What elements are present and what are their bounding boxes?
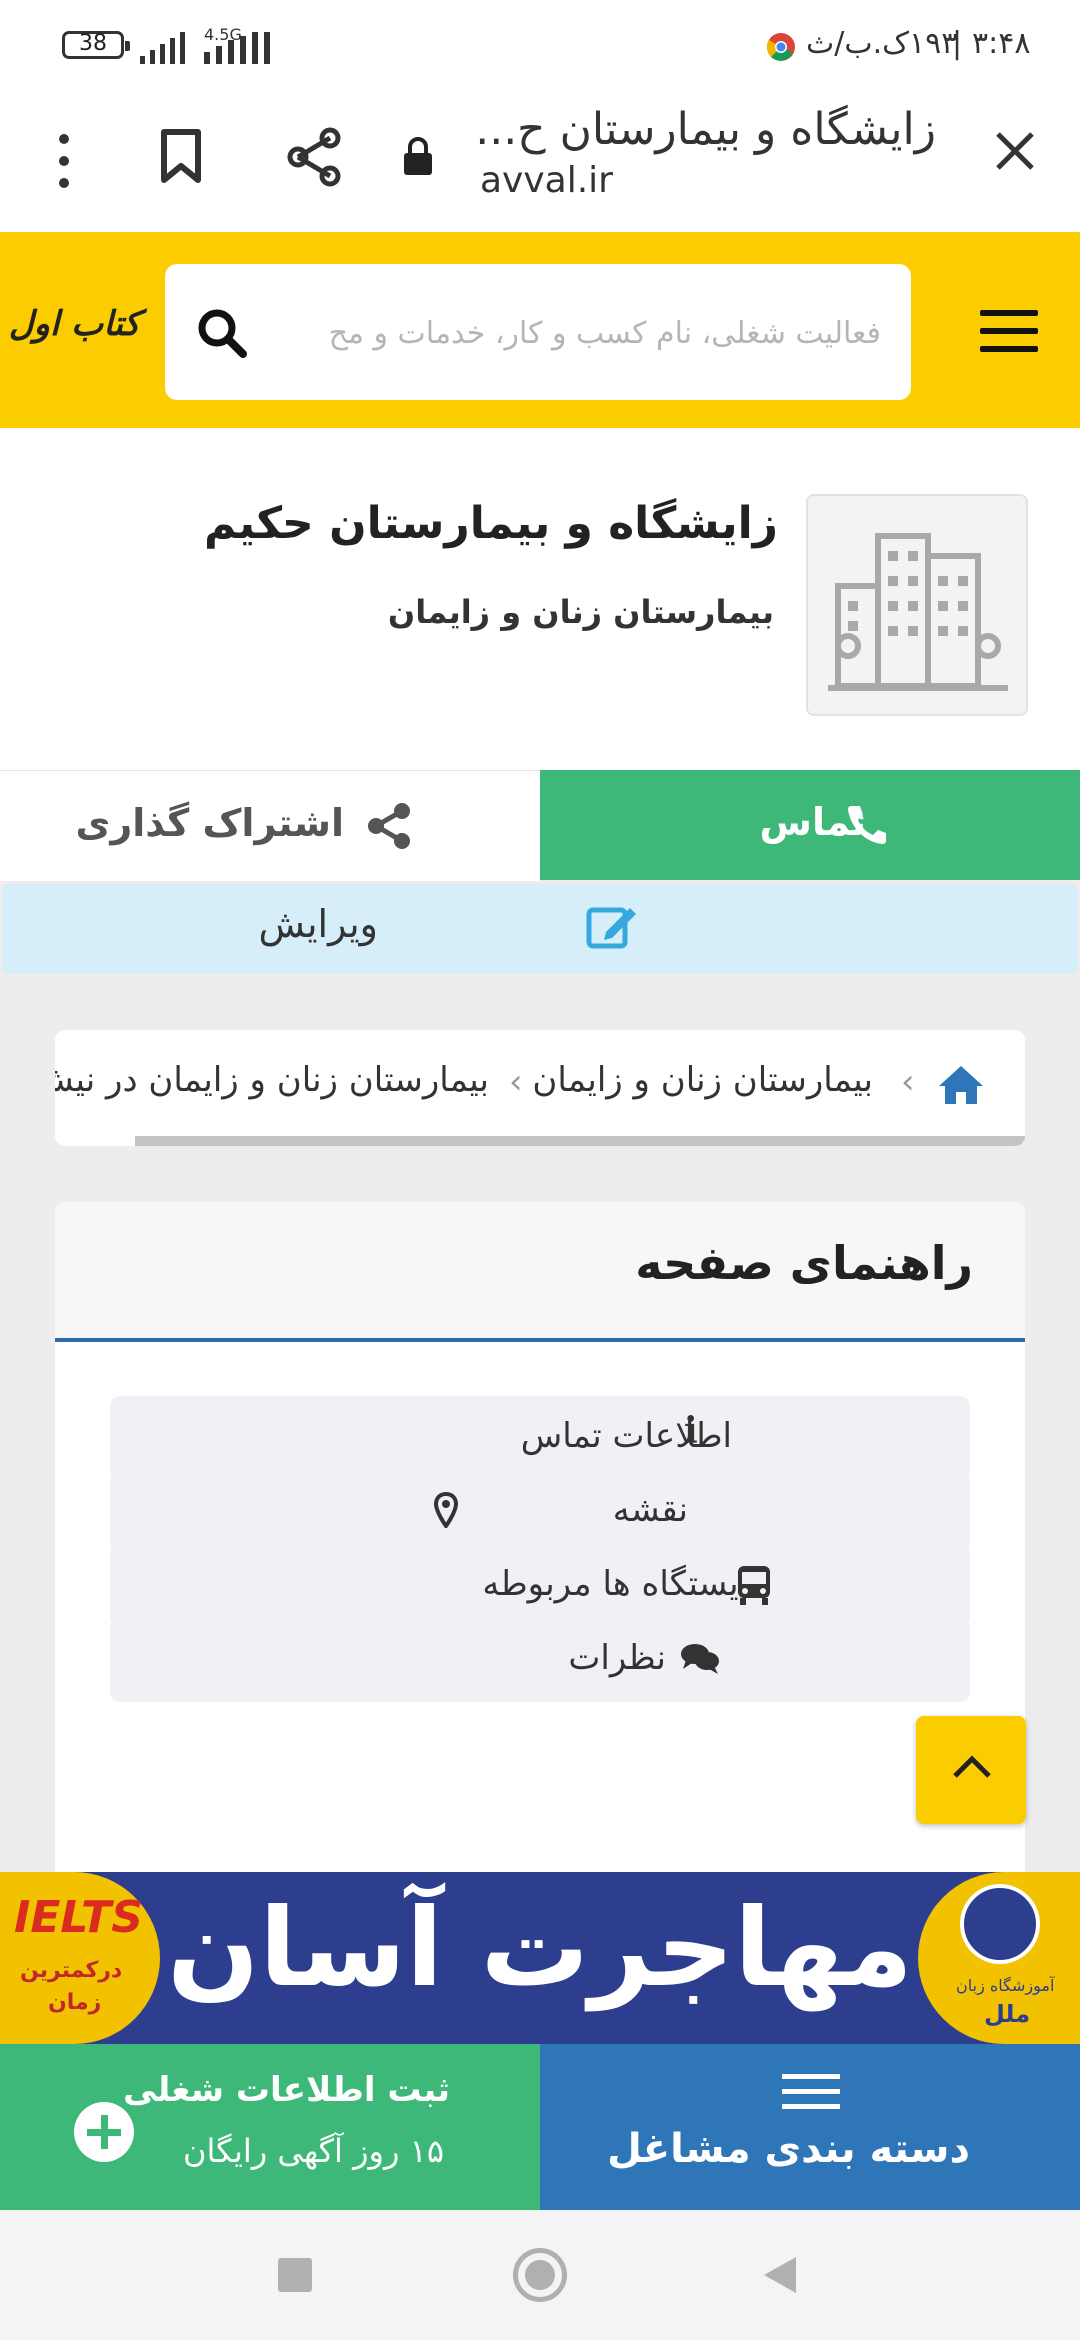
building-icon bbox=[828, 533, 1008, 691]
system-nav-bar bbox=[0, 2210, 1080, 2340]
chevron-icon: ‹ bbox=[509, 1062, 523, 1102]
melal-subtext-2: ملل bbox=[984, 2000, 1031, 2028]
call-button[interactable]: تماس bbox=[540, 770, 1080, 880]
battery-icon: 38 bbox=[62, 31, 130, 59]
guide-item-label: نظرات bbox=[568, 1638, 666, 1678]
ad-banner[interactable]: IELTS درکمترین زمان مهاجرت آسان آموزشگاه… bbox=[0, 1872, 1080, 2044]
page-guide: راهنمای صفحه اطلاعات تماس i نقشه ایستگاه… bbox=[55, 1202, 1025, 1902]
recent-apps-button[interactable] bbox=[278, 2258, 312, 2292]
ielts-subtext-1: درکمترین bbox=[20, 1958, 123, 1983]
register-business-button[interactable]: ثبت اطلاعات شغلی ۱۵ روز آگهی رایگان bbox=[0, 2044, 540, 2210]
page-guide-header: راهنمای صفحه bbox=[55, 1202, 1025, 1342]
plus-icon bbox=[74, 2102, 134, 2162]
edit-icon bbox=[586, 907, 636, 949]
guide-item-map[interactable]: نقشه bbox=[110, 1470, 970, 1554]
search-box bbox=[165, 264, 911, 402]
ielts-badge: IELTS درکمترین زمان bbox=[0, 1872, 160, 2044]
share-icon[interactable] bbox=[284, 126, 344, 188]
guide-item-stations[interactable]: ایستگاه ها مربوطه bbox=[110, 1544, 970, 1628]
categories-label: دسته بندی مشاغل bbox=[607, 2126, 970, 2172]
guide-item-label: نقشه bbox=[612, 1490, 688, 1530]
phone-icon bbox=[848, 806, 886, 844]
scroll-to-top-button[interactable] bbox=[916, 1716, 1026, 1824]
comments-icon bbox=[681, 1644, 719, 1674]
business-profile: زایشگاه و بیمارستان حکیم بیمارستان زنان … bbox=[0, 428, 1080, 770]
breadcrumb-item[interactable]: بیمارستان زنان و زایمان bbox=[532, 1060, 873, 1100]
status-separator: | bbox=[952, 26, 963, 61]
bookmark-icon[interactable] bbox=[158, 128, 204, 184]
hamburger-menu-icon[interactable] bbox=[980, 310, 1038, 354]
search-icon[interactable] bbox=[195, 306, 249, 360]
lock-icon bbox=[404, 137, 432, 175]
chrome-icon bbox=[767, 33, 795, 61]
site-header: کتاب اول bbox=[0, 232, 1080, 428]
info-icon: i bbox=[684, 1410, 698, 1452]
breadcrumb-scrollbar[interactable] bbox=[135, 1136, 1025, 1146]
guide-item-comments[interactable]: نظرات bbox=[110, 1618, 970, 1702]
business-image-placeholder bbox=[806, 494, 1028, 716]
business-category[interactable]: بیمارستان زنان و زایمان bbox=[388, 593, 774, 631]
banner-headline: مهاجرت آسان bbox=[167, 1886, 913, 2011]
page-guide-title: راهنمای صفحه bbox=[635, 1236, 973, 1290]
guide-item-label: اطلاعات تماس bbox=[520, 1416, 732, 1456]
url-text[interactable]: avval.ir bbox=[480, 160, 613, 201]
more-menu-icon[interactable] bbox=[52, 126, 76, 196]
site-logo[interactable]: کتاب اول bbox=[8, 294, 140, 374]
melal-logo-icon bbox=[960, 1884, 1040, 1964]
data-speed: ۱۹۳ک.ب/ث bbox=[806, 26, 958, 61]
share-nodes-icon bbox=[368, 803, 410, 849]
share-button-label: اشتراک گذاری bbox=[75, 801, 345, 845]
breadcrumb-item[interactable]: بیمارستان زنان و زایمان در نیش bbox=[55, 1060, 489, 1100]
menu-icon bbox=[782, 2074, 840, 2112]
melal-subtext-1: آموزشگاه زبان bbox=[956, 1976, 1055, 1995]
signal-icon-2 bbox=[204, 32, 270, 64]
browser-toolbar: زایشگاه و بیمارستان ح... avval.ir bbox=[0, 92, 1080, 232]
home-icon[interactable] bbox=[937, 1064, 985, 1106]
melal-badge: آموزشگاه زبان ملل bbox=[918, 1872, 1080, 2044]
logo-text: کتاب اول bbox=[8, 304, 140, 344]
page-title: زایشگاه و بیمارستان ح... bbox=[475, 104, 936, 155]
breadcrumb: ‹ بیمارستان زنان و زایمان ‹ بیمارستان زن… bbox=[55, 1030, 1025, 1146]
edit-button-label: ویرایش bbox=[258, 902, 378, 946]
search-input[interactable] bbox=[279, 264, 883, 402]
guide-item-contact[interactable]: اطلاعات تماس i bbox=[110, 1396, 970, 1480]
guide-item-label: ایستگاه ها مربوطه bbox=[482, 1564, 748, 1604]
register-subtitle: ۱۵ روز آگهی رایگان bbox=[183, 2132, 444, 2170]
business-title: زایشگاه و بیمارستان حکیم bbox=[204, 498, 778, 549]
back-button[interactable] bbox=[760, 2254, 800, 2296]
chevron-up-icon bbox=[953, 1755, 991, 1778]
battery-level: 38 bbox=[79, 31, 107, 56]
close-icon[interactable] bbox=[994, 130, 1036, 172]
bus-icon bbox=[738, 1566, 770, 1605]
clock: ۳:۴۸ bbox=[972, 26, 1031, 61]
register-title: ثبت اطلاعات شغلی bbox=[123, 2070, 450, 2110]
share-button[interactable]: اشتراک گذاری bbox=[0, 770, 540, 881]
chevron-icon: ‹ bbox=[901, 1062, 915, 1102]
map-pin-icon bbox=[434, 1492, 458, 1528]
home-button[interactable] bbox=[513, 2248, 567, 2302]
categories-button[interactable]: دسته بندی مشاغل bbox=[540, 2044, 1080, 2210]
signal-icon bbox=[140, 32, 185, 64]
edit-button[interactable]: ویرایش bbox=[2, 884, 1078, 974]
ielts-text: IELTS bbox=[14, 1892, 143, 1943]
status-bar: 38 4.5G ۱۹۳ک.ب/ث | ۳:۴۸ bbox=[0, 0, 1080, 92]
ielts-subtext-2: زمان bbox=[48, 1990, 102, 2015]
